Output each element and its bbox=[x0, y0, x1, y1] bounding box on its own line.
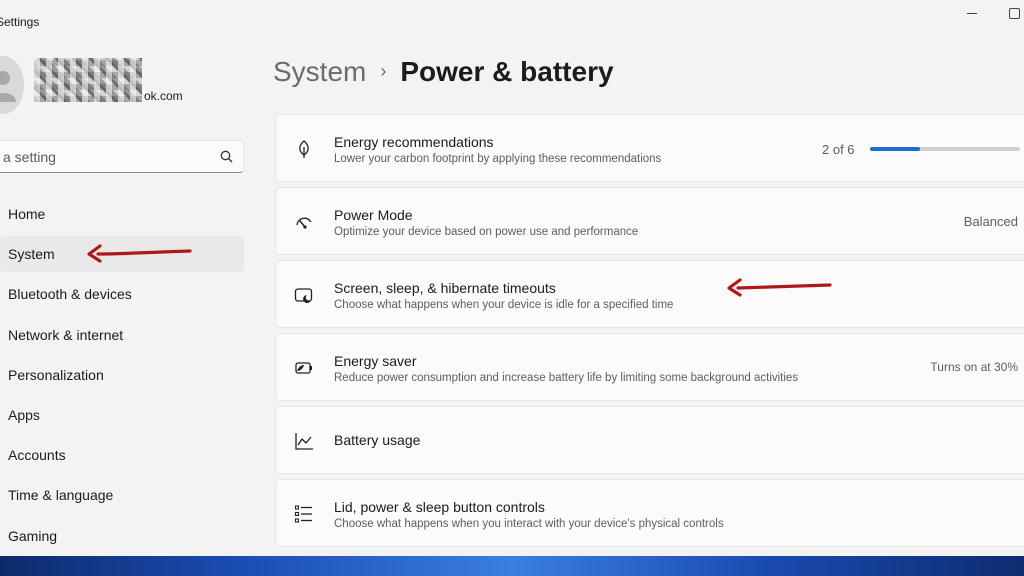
card-power-mode[interactable]: Power Mode Optimize your device based on… bbox=[275, 187, 1024, 255]
search-input[interactable] bbox=[3, 141, 203, 172]
account-email: ok.com bbox=[144, 89, 183, 103]
sidebar-item-label: Network & internet bbox=[8, 326, 124, 343]
card-subtitle: Optimize your device based on power use … bbox=[334, 226, 639, 238]
power-mode-dropdown[interactable]: Balanced bbox=[964, 214, 1018, 229]
sidebar-item-label: Personalization bbox=[8, 366, 104, 383]
maximize-button[interactable] bbox=[1004, 6, 1024, 22]
card-title: Battery usage bbox=[334, 432, 421, 448]
sidebar-item-label: Apps bbox=[8, 406, 40, 423]
sidebar-item-label: Home bbox=[8, 206, 46, 222]
redacted-account-name bbox=[34, 58, 142, 102]
leaf-icon bbox=[299, 140, 309, 158]
energy-saver-status: Turns on at 30% bbox=[930, 360, 1018, 374]
energy-saver-icon bbox=[295, 362, 312, 374]
search-box[interactable] bbox=[0, 140, 244, 173]
desktop-wallpaper bbox=[0, 556, 1024, 576]
app-title: Settings bbox=[0, 15, 40, 29]
settings-window: Settings ok.com Home System Bluetooth & … bbox=[0, 0, 1024, 562]
annotation-arrow-screen-sleep bbox=[727, 278, 832, 297]
card-screen-sleep-hibernate[interactable]: Screen, sleep, & hibernate timeouts Choo… bbox=[275, 260, 1024, 328]
breadcrumb: System › Power & battery bbox=[273, 56, 614, 88]
breadcrumb-separator: › bbox=[380, 61, 387, 81]
sidebar-item-network-internet[interactable]: Network & internet bbox=[0, 317, 244, 353]
sidebar-item-time-language[interactable]: Time & language bbox=[0, 477, 244, 513]
annotation-arrow-system bbox=[87, 244, 192, 263]
card-title: Energy recommendations bbox=[334, 134, 494, 150]
card-subtitle: Lower your carbon footprint by applying … bbox=[334, 153, 662, 165]
sidebar-item-label: System bbox=[8, 246, 55, 263]
card-subtitle: Choose what happens when your device is … bbox=[334, 299, 674, 311]
card-title: Lid, power & sleep button controls bbox=[334, 499, 545, 515]
sidebar-item-home[interactable]: Home bbox=[0, 196, 244, 232]
screen-sleep-icon bbox=[294, 288, 313, 303]
sidebar-item-label: Bluetooth & devices bbox=[8, 286, 132, 303]
person-icon bbox=[0, 71, 16, 102]
card-title: Energy saver bbox=[334, 353, 417, 369]
card-battery-usage[interactable]: Battery usage bbox=[275, 406, 1024, 474]
card-energy-recommendations[interactable]: Energy recommendations Lower your carbon… bbox=[275, 114, 1024, 182]
sidebar-item-label: Gaming bbox=[8, 527, 58, 544]
card-title: Power Mode bbox=[334, 207, 413, 223]
search-icon[interactable] bbox=[220, 150, 233, 163]
card-title: Screen, sleep, & hibernate timeouts bbox=[334, 280, 556, 296]
sidebar-item-accounts[interactable]: Accounts bbox=[0, 437, 244, 473]
title-bar: Settings bbox=[0, 0, 1024, 40]
page-title: Power & battery bbox=[400, 56, 614, 87]
recommendations-progress-bar bbox=[870, 147, 1020, 151]
progress-fill bbox=[870, 147, 920, 151]
card-lid-power-sleep-buttons[interactable]: Lid, power & sleep button controls Choos… bbox=[275, 479, 1024, 547]
sidebar-item-personalization[interactable]: Personalization bbox=[0, 357, 244, 393]
card-subtitle: Reduce power consumption and increase ba… bbox=[334, 372, 799, 384]
recommendations-count: 2 of 6 bbox=[822, 142, 855, 157]
sidebar-item-bluetooth-devices[interactable]: Bluetooth & devices bbox=[0, 276, 244, 312]
minimize-button[interactable] bbox=[962, 6, 982, 22]
sidebar-item-label: Time & language bbox=[8, 487, 114, 504]
card-energy-saver[interactable]: Energy saver Reduce power consumption an… bbox=[275, 333, 1024, 401]
chart-icon bbox=[295, 433, 313, 450]
settings-card-list: Energy recommendations Lower your carbon… bbox=[275, 114, 1024, 552]
breadcrumb-parent[interactable]: System bbox=[273, 56, 366, 87]
list-icon bbox=[294, 505, 312, 523]
sidebar-item-apps[interactable]: Apps bbox=[0, 397, 244, 433]
avatar[interactable] bbox=[0, 56, 24, 114]
gauge-icon bbox=[296, 217, 312, 229]
card-subtitle: Choose what happens when you interact wi… bbox=[334, 518, 724, 530]
sidebar-item-gaming[interactable]: Gaming bbox=[0, 518, 244, 554]
sidebar-item-label: Accounts bbox=[8, 447, 66, 464]
